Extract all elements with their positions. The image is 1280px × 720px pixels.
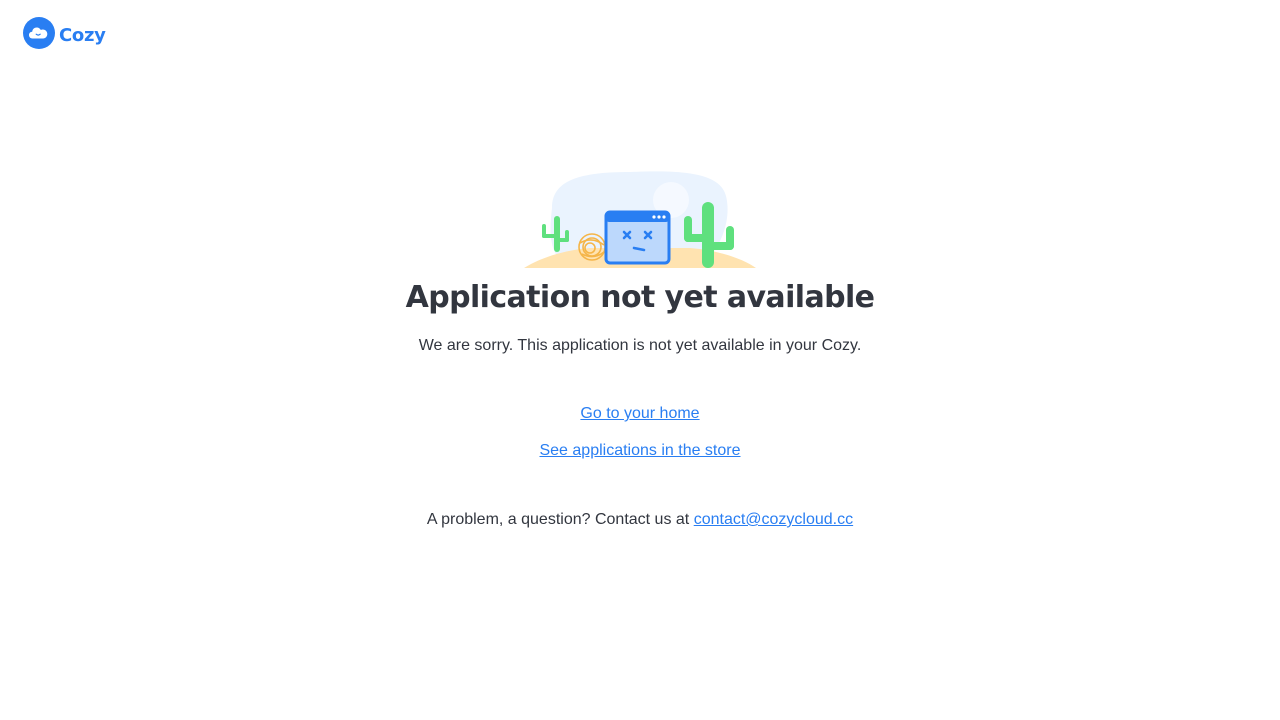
contact-email-link[interactable]: contact@cozycloud.cc bbox=[694, 511, 853, 528]
cozy-logo[interactable]: Cozy bbox=[23, 17, 106, 54]
store-link[interactable]: See applications in the store bbox=[539, 442, 740, 459]
error-message: We are sorry. This application is not ye… bbox=[418, 337, 862, 354]
go-home-link[interactable]: Go to your home bbox=[580, 405, 699, 422]
contact-line: A problem, a question? Contact us at con… bbox=[0, 511, 1280, 529]
cozy-logo-text: Cozy bbox=[59, 25, 106, 46]
home-link-row: Go to your home bbox=[0, 405, 1280, 423]
store-link-row: See applications in the store bbox=[0, 442, 1280, 460]
broken-app-desert-icon bbox=[520, 168, 760, 270]
cozy-cloud-icon bbox=[23, 17, 55, 54]
contact-prefix: A problem, a question? Contact us at bbox=[426, 511, 690, 528]
page-title: Application not yet available bbox=[405, 280, 875, 315]
